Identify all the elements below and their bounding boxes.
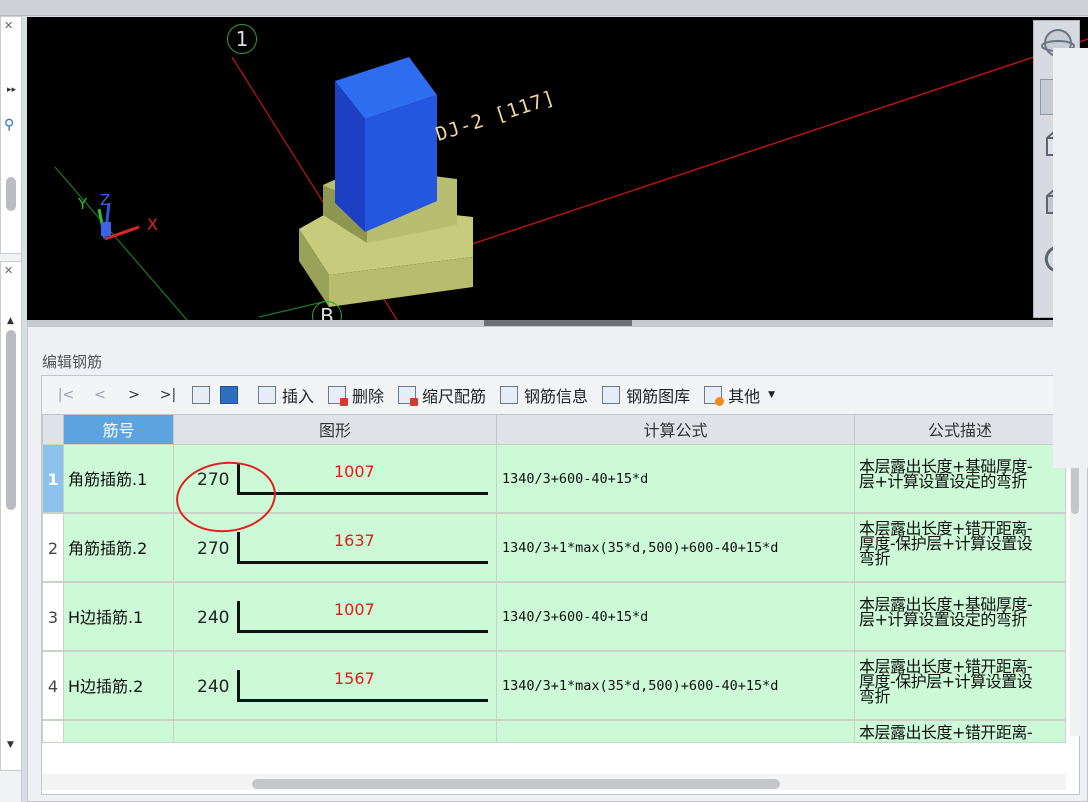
edit-rebar-panel: ✕ 编辑钢筋 |< < > >| 插入 删除 缩尺配筋 钢筋信息 钢筋图库 其他…	[27, 326, 1088, 802]
description-cell[interactable]: 本层露出长度+基础厚度- 层+计算设置设定的弯折	[854, 444, 1066, 513]
left-panel-top: ✕ ▸▸ ⚲	[0, 16, 22, 254]
shape-vertical-leg	[237, 601, 240, 633]
rebar-library-button[interactable]: 钢筋图库	[602, 383, 690, 407]
other-label: 其他	[728, 387, 761, 406]
shape-vertical-leg	[237, 670, 240, 702]
row-number[interactable]	[42, 720, 64, 743]
expand-icon[interactable]: ▸▸	[7, 85, 16, 95]
scrollbar-thumb[interactable]	[252, 779, 780, 789]
left-panel-bottom: ✕ ▲ ▼	[0, 261, 22, 771]
description-cell[interactable]: 本层露出长度+错开距离-	[854, 720, 1066, 743]
formula-cell[interactable]: 1340/3+1*max(35*d,500)+600-40+15*d	[496, 651, 855, 720]
scroll-down-icon[interactable]: ▼	[7, 740, 14, 750]
gizmo-origin	[101, 222, 111, 236]
nav-prev-button[interactable]: <	[90, 387, 110, 403]
shape-horizontal-leg	[237, 561, 488, 564]
nav-next-button[interactable]: >	[124, 387, 144, 403]
formula-cell[interactable]: 1340/3+600-40+15*d	[496, 444, 855, 513]
search-icon[interactable]: ⚲	[4, 117, 14, 133]
panel-right-margin	[1053, 48, 1088, 468]
table-row[interactable]: 3 H边插筋.1 240 1007 1340/3+600-40+15*d 本层露…	[42, 582, 1066, 651]
rebar-library-label: 钢筋图库	[626, 387, 691, 406]
bar-name-cell[interactable]: H边插筋.2	[63, 651, 174, 720]
straight-length: 1007	[334, 462, 375, 481]
insert-icon	[258, 386, 276, 404]
nav-last-button[interactable]: >|	[158, 387, 178, 403]
scale-rebar-icon	[398, 386, 419, 406]
rebar-toolbar: |< < > >| 插入 删除 缩尺配筋 钢筋信息 钢筋图库 其他▼ ▸▸	[42, 376, 1079, 414]
bar-name-cell[interactable]: 角筋插筋.2	[63, 513, 174, 582]
gizmo-y-label: Y	[78, 195, 88, 213]
insert-label: 插入	[282, 387, 315, 406]
bar-name-cell[interactable]: 角筋插筋.1	[63, 444, 174, 513]
shape-cell[interactable]: 240 1567	[173, 651, 497, 720]
chevron-down-icon: ▼	[768, 390, 776, 400]
shape-cell[interactable]: 240 1007	[173, 582, 497, 651]
straight-length: 1637	[334, 531, 375, 550]
row-number[interactable]: 3	[42, 582, 64, 651]
3d-viewport[interactable]: DJ-2 [117] 1 B Y Z X	[27, 17, 1088, 320]
panel-title: 编辑钢筋	[42, 353, 103, 371]
scroll-up-icon[interactable]: ▲	[7, 316, 14, 326]
title-strip	[0, 0, 1088, 16]
delete-button[interactable]: 删除	[328, 383, 384, 407]
bend-length: 240	[197, 677, 230, 697]
settings-icon	[704, 386, 725, 406]
app-window: ✕ ▸▸ ⚲ ✕ ▲ ▼ DJ-2 [117] 1 B Y Z X 编辑钢筋 |…	[0, 0, 1088, 802]
document-icon	[500, 386, 519, 404]
formula-cell[interactable]: 1340/3+600-40+15*d	[496, 582, 855, 651]
column-header-shape[interactable]: 图形	[173, 414, 497, 445]
close-icon[interactable]: ✕	[4, 19, 13, 32]
column-header-formula[interactable]: 计算公式	[496, 414, 855, 445]
formula-cell[interactable]	[496, 720, 855, 743]
scale-rebar-label: 缩尺配筋	[422, 387, 487, 406]
delete-label: 删除	[352, 387, 385, 406]
description-cell[interactable]: 本层露出长度+错开距离- 厚度-保护层+计算设置设 弯折	[854, 651, 1066, 720]
row-number[interactable]: 2	[42, 513, 64, 582]
scrollbar[interactable]	[6, 330, 16, 510]
straight-length: 1567	[334, 669, 375, 688]
gizmo-x-label: X	[147, 215, 158, 234]
move-up-icon[interactable]	[192, 386, 210, 404]
library-icon	[602, 386, 621, 404]
nav-first-button[interactable]: |<	[56, 387, 76, 403]
scrollbar[interactable]	[6, 177, 16, 211]
grid-line-green	[54, 166, 188, 320]
bar-name-cell[interactable]: H边插筋.1	[63, 582, 174, 651]
scale-rebar-button[interactable]: 缩尺配筋	[398, 383, 486, 407]
close-icon[interactable]: ✕	[4, 264, 13, 277]
shape-horizontal-leg	[237, 699, 488, 702]
row-header-corner	[42, 414, 64, 445]
formula-cell[interactable]: 1340/3+1*max(35*d,500)+600-40+15*d	[496, 513, 855, 582]
bend-length: 240	[197, 608, 230, 628]
shape-vertical-leg	[237, 532, 240, 564]
axis-mark-1: 1	[227, 24, 257, 54]
shape-cell[interactable]	[173, 720, 497, 743]
rebar-info-button[interactable]: 钢筋信息	[500, 383, 588, 407]
delete-icon	[328, 386, 349, 406]
grid-line-red-long	[462, 38, 1088, 248]
straight-length: 1007	[334, 600, 375, 619]
other-menu-button[interactable]: 其他 ▼	[704, 383, 775, 407]
row-number[interactable]: 4	[42, 651, 64, 720]
table-row[interactable]: 4 H边插筋.2 240 1567 1340/3+1*max(35*d,500)…	[42, 651, 1066, 720]
shape-horizontal-leg	[237, 630, 488, 633]
rebar-info-label: 钢筋信息	[524, 387, 589, 406]
description-cell[interactable]: 本层露出长度+错开距离- 厚度-保护层+计算设置设 弯折	[854, 513, 1066, 582]
rebar-editor: |< < > >| 插入 删除 缩尺配筋 钢筋信息 钢筋图库 其他▼ ▸▸ 筋号…	[41, 375, 1080, 795]
table-horizontal-scrollbar[interactable]	[42, 774, 1066, 790]
column-header-bar-no[interactable]: 筋号	[63, 414, 174, 445]
bend-length: 270	[197, 539, 230, 559]
row-number[interactable]: 1	[42, 444, 64, 513]
left-dock: ✕ ▸▸ ⚲ ✕ ▲ ▼	[0, 16, 22, 802]
description-cell[interactable]: 本层露出长度+基础厚度- 层+计算设置设定的弯折	[854, 582, 1066, 651]
3d-scene	[54, 38, 1088, 320]
move-down-icon[interactable]	[220, 386, 238, 404]
gizmo-z-label: Z	[100, 191, 111, 209]
insert-button[interactable]: 插入	[258, 383, 314, 407]
table-row[interactable]: 本层露出长度+错开距离-	[42, 720, 1066, 743]
column-header-description[interactable]: 公式描述	[854, 414, 1066, 445]
bar-name-cell[interactable]	[63, 720, 174, 743]
